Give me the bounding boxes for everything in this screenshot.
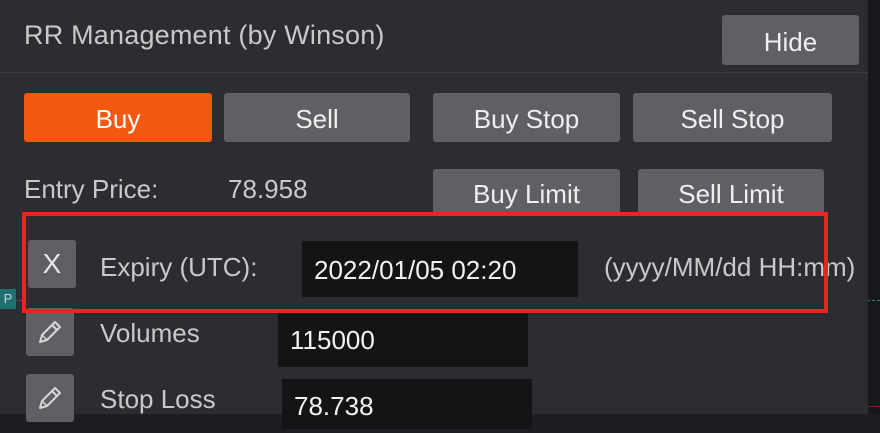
sell-button[interactable]: Sell <box>224 93 410 142</box>
volumes-input[interactable]: 115000 <box>278 313 528 367</box>
sell-stop-button[interactable]: Sell Stop <box>633 93 832 142</box>
rr-management-panel: RR Management (by Winson) Hide Buy Sell … <box>0 0 868 429</box>
pencil-icon <box>39 321 61 343</box>
stop-loss-label: Stop Loss <box>100 384 216 414</box>
buy-button[interactable]: Buy <box>24 93 212 142</box>
panel-title: RR Management (by Winson) <box>24 20 385 50</box>
stop-loss-edit-button[interactable] <box>26 374 74 422</box>
volumes-edit-button[interactable] <box>26 308 74 356</box>
stop-loss-input[interactable]: 78.738 <box>282 379 532 429</box>
pencil-icon <box>39 387 61 409</box>
buy-limit-button[interactable]: Buy Limit <box>433 169 620 216</box>
buy-stop-button[interactable]: Buy Stop <box>433 93 620 142</box>
sell-limit-button[interactable]: Sell Limit <box>638 169 824 216</box>
entry-price-value: 78.958 <box>228 174 308 204</box>
chart-price-marker: P <box>0 289 16 309</box>
entry-price-label: Entry Price: <box>24 174 159 204</box>
expiry-highlight-annotation <box>22 212 828 313</box>
hide-button[interactable]: Hide <box>722 15 859 65</box>
volumes-label: Volumes <box>100 318 200 348</box>
panel-divider <box>0 72 868 73</box>
